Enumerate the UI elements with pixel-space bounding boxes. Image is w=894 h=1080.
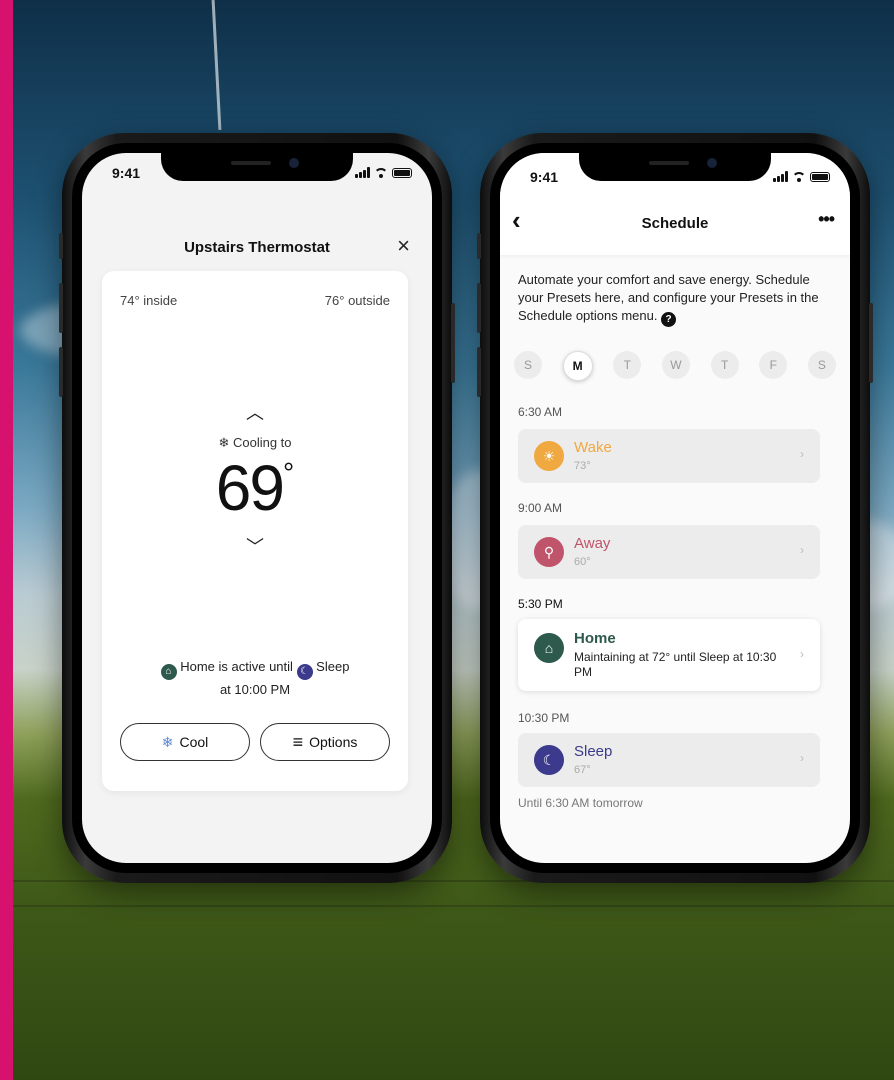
entry-name: Wake — [574, 439, 612, 456]
entry-name: Sleep — [574, 743, 613, 760]
entry-temp: 73° — [574, 460, 591, 472]
schedule-screen: ‹ Schedule ••• 9:41 Automate your comfor… — [500, 153, 850, 863]
notch — [579, 153, 771, 181]
entry-temp: 60° — [574, 556, 591, 568]
power-button — [451, 303, 455, 383]
schedule-status: ⌂ Home is active until ☾ Sleep at 10:00 … — [132, 657, 378, 700]
phone-schedule: ‹ Schedule ••• 9:41 Automate your comfor… — [477, 133, 873, 883]
help-icon[interactable]: ? — [661, 312, 677, 327]
sunrise-icon: ☀ — [534, 441, 564, 471]
inside-temperature: 74° inside — [120, 293, 178, 308]
sleep-icon: ☾ — [296, 664, 313, 680]
wifi-icon — [792, 171, 806, 182]
outside-temperature: 76° outside — [324, 293, 390, 308]
mute-switch — [59, 233, 63, 259]
decrease-temp-icon[interactable]: ﹀ — [102, 533, 408, 559]
options-label: Options — [309, 734, 358, 750]
volume-down-button — [477, 347, 481, 397]
day-tuesday[interactable]: T — [613, 351, 642, 379]
entry-name: Away — [574, 535, 611, 552]
wifi-icon — [374, 167, 388, 178]
status-prefix: Home is active until — [180, 659, 293, 674]
entry-time: 6:30 AM — [518, 405, 563, 419]
chevron-right-icon: › — [800, 543, 804, 557]
power-button — [869, 303, 873, 383]
status-time: 9:41 — [112, 165, 141, 181]
day-selector: S M T W T F S — [514, 351, 836, 381]
battery-icon — [392, 167, 412, 178]
home-icon: ⌂ — [160, 664, 177, 680]
menu-icon: ≡ — [292, 731, 304, 752]
cool-button[interactable]: ❄ Cool — [120, 723, 250, 761]
signal-icon — [355, 167, 370, 178]
day-friday[interactable]: F — [759, 351, 788, 379]
entry-time: 5:30 PM — [518, 597, 563, 611]
chevron-right-icon: › — [800, 647, 804, 661]
field-line — [13, 905, 894, 907]
day-sunday[interactable]: S — [514, 351, 542, 379]
snowflake-icon: ❄ — [218, 435, 230, 450]
volume-down-button — [59, 347, 63, 397]
day-saturday[interactable]: S — [807, 351, 836, 379]
schedule-entry-wake[interactable]: ☀ Wake 73° › — [518, 429, 820, 483]
accent-stripe — [0, 0, 13, 1080]
schedule-entry-away[interactable]: ⚲ Away 60° › — [518, 525, 820, 579]
status-time: 9:41 — [530, 169, 559, 185]
day-wednesday[interactable]: W — [661, 351, 690, 379]
entry-temp: 67° — [574, 764, 591, 776]
mode-label: ❄ Cooling to — [102, 435, 408, 451]
moon-icon: ☾ — [534, 745, 564, 775]
setpoint-value: 69 — [215, 452, 285, 524]
snowflake-icon: ❄ — [161, 733, 174, 750]
away-icon: ⚲ — [534, 537, 564, 567]
volume-up-button — [59, 283, 63, 333]
close-icon[interactable]: × — [397, 233, 410, 259]
more-icon[interactable]: ••• — [818, 209, 835, 230]
until-text: Until 6:30 AM tomorrow — [518, 796, 643, 810]
page-title: Schedule — [641, 215, 709, 232]
status-suffix: at 10:00 PM — [219, 682, 291, 697]
thermostat-screen: 9:41 Upstairs Thermostat × 74° inside 76… — [82, 153, 432, 863]
notch — [161, 153, 353, 181]
schedule-entry-sleep[interactable]: ☾ Sleep 67° › — [518, 733, 820, 787]
cool-label: Cool — [179, 734, 209, 750]
contrail — [211, 0, 222, 130]
day-monday[interactable]: M — [562, 351, 593, 381]
status-next: Sleep — [316, 659, 350, 674]
thermostat-card: 74° inside 76° outside ︿ ❄ Cooling to 69… — [102, 271, 408, 791]
signal-icon — [773, 171, 788, 182]
phone-thermostat: 9:41 Upstairs Thermostat × 74° inside 76… — [59, 133, 455, 883]
intro-text: Automate your comfort and save energy. S… — [518, 271, 832, 327]
day-thursday[interactable]: T — [710, 351, 739, 379]
options-button[interactable]: ≡ Options — [260, 723, 390, 761]
chevron-right-icon: › — [800, 751, 804, 765]
setpoint: 69° — [102, 451, 408, 525]
schedule-entry-home[interactable]: ⌂ Home Maintaining at 72° until Sleep at… — [518, 619, 820, 691]
degree-symbol: ° — [282, 457, 295, 488]
increase-temp-icon[interactable]: ︿ — [102, 399, 408, 425]
mode-text: Cooling to — [232, 435, 292, 450]
battery-icon — [810, 171, 830, 182]
entry-time: 10:30 PM — [518, 711, 570, 725]
page-title: Upstairs Thermostat — [184, 239, 330, 256]
home-icon: ⌂ — [534, 633, 564, 663]
entry-time: 9:00 AM — [518, 501, 563, 515]
chevron-right-icon: › — [800, 447, 804, 461]
entry-description: Maintaining at 72° until Sleep at 10:30 … — [574, 650, 777, 679]
volume-up-button — [477, 283, 481, 333]
mute-switch — [477, 233, 481, 259]
entry-name: Home — [574, 630, 616, 647]
